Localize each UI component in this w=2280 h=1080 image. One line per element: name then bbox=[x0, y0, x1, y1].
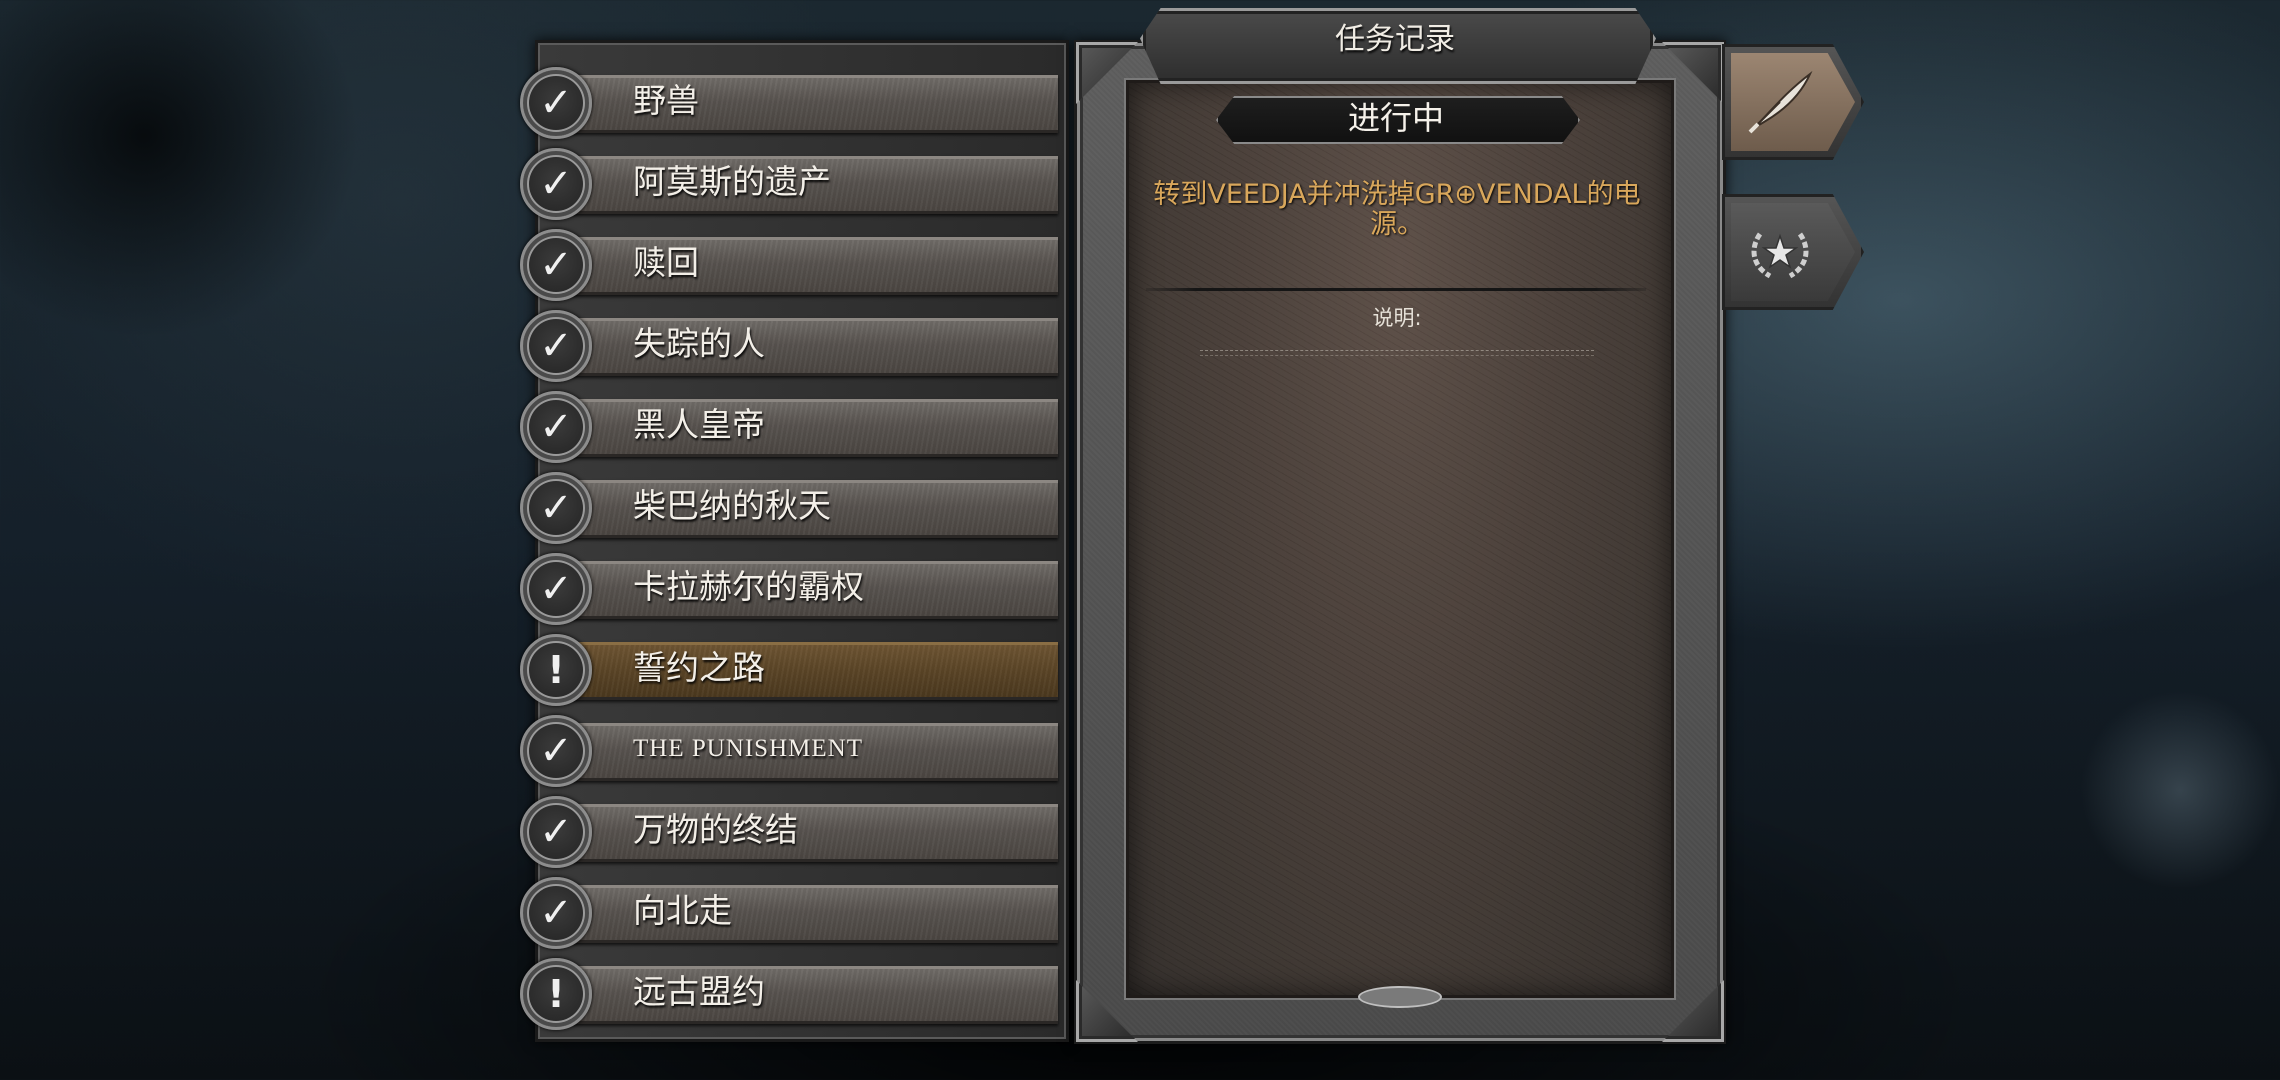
laurel-star-icon bbox=[1725, 197, 1835, 307]
checkmark-icon: ✓ bbox=[520, 877, 592, 949]
checkmark-icon: ✓ bbox=[520, 472, 592, 544]
checkmark-icon: ✓ bbox=[520, 310, 592, 382]
quest-name: 万物的终结 bbox=[633, 810, 798, 849]
checkmark-icon: ✓ bbox=[520, 148, 592, 220]
description-label: 说明: bbox=[1372, 306, 1422, 330]
quest-item[interactable]: ✓ 阿莫斯的遗产 bbox=[520, 148, 1066, 220]
quill-icon bbox=[1725, 47, 1835, 157]
quest-item[interactable]: ! 远古盟约 bbox=[520, 958, 1066, 1030]
checkmark-icon: ✓ bbox=[520, 229, 592, 301]
exclamation-icon: ! bbox=[520, 634, 592, 706]
checkmark-icon: ✓ bbox=[520, 67, 592, 139]
quest-item[interactable]: ✓ 向北走 bbox=[520, 877, 1066, 949]
page-title: 任务记录 bbox=[1335, 22, 1455, 57]
quest-name: 野兽 bbox=[633, 81, 699, 120]
quest-name: 誓约之路 bbox=[633, 648, 765, 687]
checkmark-icon: ✓ bbox=[520, 553, 592, 625]
tab-quest-log[interactable] bbox=[1722, 44, 1864, 160]
quest-objective: 转到VEEDJA并冲洗掉GR⊕VENDAL的电源。 bbox=[1153, 179, 1641, 240]
quest-item[interactable]: ✓ 野兽 bbox=[520, 67, 1066, 139]
quest-name: 远古盟约 bbox=[633, 972, 765, 1011]
exclamation-icon: ! bbox=[520, 958, 592, 1030]
quest-item[interactable]: ✓ 万物的终结 bbox=[520, 796, 1066, 868]
quest-name: 卡拉赫尔的霸权 bbox=[633, 567, 864, 606]
background-tree bbox=[0, 0, 360, 340]
background-rock bbox=[2057, 667, 2280, 913]
quest-name: 向北走 bbox=[633, 891, 732, 930]
quest-item[interactable]: ✓ 失踪的人 bbox=[520, 310, 1066, 382]
scroll-ornament bbox=[1358, 986, 1442, 1008]
quest-name: 柴巴纳的秋天 bbox=[633, 486, 831, 525]
checkmark-icon: ✓ bbox=[520, 715, 592, 787]
quest-name: THE PUNISHMENT bbox=[633, 735, 863, 762]
quest-name: 阿莫斯的遗产 bbox=[633, 162, 831, 201]
checkmark-icon: ✓ bbox=[520, 796, 592, 868]
quest-item[interactable]: ✓ 卡拉赫尔的霸权 bbox=[520, 553, 1066, 625]
quest-item[interactable]: ✓ 赎回 bbox=[520, 229, 1066, 301]
quest-list: ✓ 野兽 ✓ 阿莫斯的遗产 ✓ 赎回 ✓ 失踪的人 ✓ 黑人皇帝 ✓ 柴巴纳的秋… bbox=[520, 40, 1069, 1042]
quest-item[interactable]: ✓ 柴巴纳的秋天 bbox=[520, 472, 1066, 544]
quest-name: 黑人皇帝 bbox=[633, 405, 765, 444]
quest-item[interactable]: ✓ THE PUNISHMENT bbox=[520, 715, 1066, 787]
description-underline bbox=[1200, 350, 1594, 356]
tab-achievements[interactable] bbox=[1722, 194, 1864, 310]
quest-item[interactable]: ✓ 黑人皇帝 bbox=[520, 391, 1066, 463]
quest-item-active[interactable]: ! 誓约之路 bbox=[520, 634, 1066, 706]
quest-name: 失踪的人 bbox=[633, 324, 765, 363]
divider bbox=[1146, 288, 1646, 291]
quest-name: 赎回 bbox=[633, 243, 699, 282]
checkmark-icon: ✓ bbox=[520, 391, 592, 463]
quest-status: 进行中 bbox=[1347, 99, 1444, 137]
